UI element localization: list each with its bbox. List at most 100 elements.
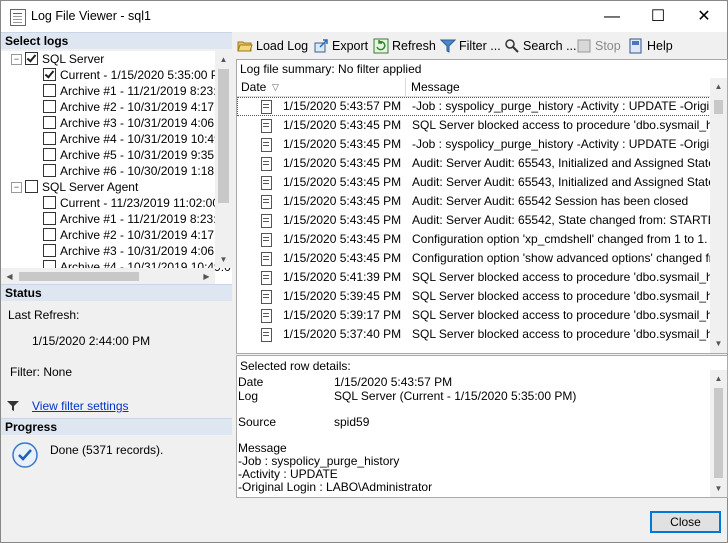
table-row[interactable]: 1/15/2020 5:43:45 PM Audit: Server Audit:… (237, 211, 711, 230)
row-message: Configuration option 'show advanced opti… (412, 251, 711, 265)
log-checkbox[interactable] (43, 84, 56, 98)
tree-item-label: Current - 11/23/2019 11:02:00 A (60, 196, 230, 210)
table-row[interactable]: 1/15/2020 5:39:45 PM SQL Server blocked a… (237, 287, 711, 306)
help-label: Help (647, 39, 673, 53)
tree-horizontal-scrollbar[interactable]: ◀ ▶ (1, 268, 215, 285)
stop-label: Stop (595, 39, 621, 53)
row-date: 1/15/2020 5:43:57 PM (283, 99, 402, 113)
folder-open-icon (237, 38, 253, 54)
sort-filter-icon[interactable]: ▽ (272, 78, 279, 96)
load-log-button[interactable]: Load Log (237, 35, 308, 57)
progress-text: Done (5371 records). (50, 443, 164, 457)
log-viewer-app-icon (10, 9, 26, 26)
table-row[interactable]: 1/15/2020 5:43:57 PM -Job : syspolicy_pur… (237, 97, 711, 116)
tree-item[interactable]: Archive #3 - 10/31/2019 4:06:00 (43, 115, 231, 131)
status-header: Status (1, 284, 232, 301)
log-checkbox[interactable] (43, 244, 56, 258)
grid-scroll-thumb[interactable] (714, 100, 723, 114)
export-button[interactable]: Export (313, 35, 368, 57)
table-row[interactable]: 1/15/2020 5:43:45 PM SQL Server blocked a… (237, 116, 711, 135)
row-message: SQL Server blocked access to procedure '… (412, 289, 711, 303)
log-checkbox[interactable] (43, 164, 56, 178)
log-checkbox[interactable] (43, 148, 56, 162)
row-message: Audit: Server Audit: 65542 Session has b… (412, 194, 689, 208)
table-row[interactable]: 1/15/2020 5:43:45 PM Configuration option… (237, 249, 711, 268)
table-row[interactable]: 1/15/2020 5:43:45 PM Audit: Server Audit:… (237, 173, 711, 192)
tree-item[interactable]: Archive #4 - 10/31/2019 10:49:0 (43, 131, 231, 147)
minimize-button[interactable]: — (589, 1, 635, 32)
table-row[interactable]: 1/15/2020 5:41:39 PM SQL Server blocked a… (237, 268, 711, 287)
log-checkbox[interactable] (43, 196, 56, 210)
details-date-label: Date (238, 375, 264, 389)
log-tree: − SQL Server Current - 1/15/2020 5:35:00 P… (1, 51, 232, 285)
tree-hscroll-thumb[interactable] (19, 272, 139, 281)
row-date: 1/15/2020 5:43:45 PM (283, 213, 402, 227)
tree-group[interactable]: − SQL Server (1, 51, 104, 67)
group-checkbox[interactable] (25, 180, 38, 194)
details-message-line: -Original Login : LABO\Administrator (238, 480, 433, 494)
tree-item[interactable]: Archive #1 - 11/21/2019 8:23:00 (43, 83, 230, 99)
table-row[interactable]: 1/15/2020 5:43:45 PM -Job : syspolicy_pur… (237, 135, 711, 154)
done-check-icon (12, 442, 38, 471)
table-row[interactable]: 1/15/2020 5:43:45 PM Configuration option… (237, 230, 711, 249)
tree-item[interactable]: Current - 11/23/2019 11:02:00 A (43, 195, 230, 211)
scroll-right-arrow-icon[interactable]: ▶ (198, 268, 215, 285)
tree-item[interactable]: Archive #3 - 10/31/2019 4:06:00 (43, 243, 231, 259)
details-vertical-scrollbar[interactable]: ▲ ▼ (710, 370, 727, 497)
grid-scroll-up-icon[interactable]: ▲ (710, 78, 727, 95)
view-filter-settings-link[interactable]: View filter settings (32, 399, 129, 413)
details-scroll-down-icon[interactable]: ▼ (710, 480, 727, 497)
maximize-button[interactable]: ☐ (635, 1, 681, 32)
log-entry-icon (261, 119, 272, 133)
details-scroll-up-icon[interactable]: ▲ (710, 370, 727, 387)
log-checkbox[interactable] (43, 212, 56, 226)
collapse-icon[interactable]: − (11, 54, 22, 65)
close-window-button[interactable]: ✕ (681, 1, 727, 32)
tree-item[interactable]: Current - 1/15/2020 5:35:00 PM (43, 67, 229, 83)
log-checkbox[interactable] (43, 100, 56, 114)
filter-button[interactable]: Filter ... (439, 35, 501, 57)
tree-item[interactable]: Archive #1 - 11/21/2019 8:23:00 (43, 211, 230, 227)
details-scroll-thumb[interactable] (714, 388, 723, 478)
stop-button[interactable]: Stop (576, 35, 621, 57)
scroll-down-arrow-icon[interactable]: ▼ (215, 251, 232, 268)
tree-item[interactable]: Archive #6 - 10/30/2019 1:18:00 (43, 163, 231, 179)
table-row[interactable]: 1/15/2020 5:43:45 PM Audit: Server Audit:… (237, 154, 711, 173)
scroll-up-arrow-icon[interactable]: ▲ (215, 51, 232, 68)
date-column-label: Date (241, 80, 267, 94)
log-entry-icon (261, 328, 272, 342)
table-row[interactable]: 1/15/2020 5:37:40 PM SQL Server blocked a… (237, 325, 711, 344)
refresh-button[interactable]: Refresh (373, 35, 436, 57)
tree-vertical-scrollbar[interactable]: ▲ ▼ (215, 51, 232, 268)
table-row[interactable]: 1/15/2020 5:43:45 PM Audit: Server Audit:… (237, 192, 711, 211)
selected-row-details: Selected row details: Date 1/15/2020 5:4… (236, 355, 728, 498)
tree-item[interactable]: Archive #2 - 10/31/2019 4:17:00 (43, 99, 231, 115)
tree-item[interactable]: Archive #2 - 10/31/2019 4:17:00 (43, 227, 231, 243)
table-row[interactable]: 1/15/2020 5:39:17 PM SQL Server blocked a… (237, 306, 711, 325)
filter-icon (439, 38, 457, 54)
grid-scroll-down-icon[interactable]: ▼ (710, 335, 727, 352)
tree-item-label: Archive #2 - 10/31/2019 4:17:00 (60, 100, 231, 114)
row-message: -Job : syspolicy_purge_history -Activity… (412, 99, 711, 113)
tree-group[interactable]: − SQL Server Agent (1, 179, 138, 195)
details-source-label: Source (238, 415, 277, 429)
tree-scroll-thumb[interactable] (218, 69, 229, 203)
log-checkbox[interactable] (43, 68, 56, 82)
tree-item[interactable]: Archive #5 - 10/31/2019 9:35:00 (43, 147, 231, 163)
group-checkbox[interactable] (25, 52, 38, 66)
log-entry-icon (261, 157, 272, 171)
log-checkbox[interactable] (43, 116, 56, 130)
search-button[interactable]: Search ... (504, 35, 577, 57)
message-column-label: Message (411, 80, 460, 94)
details-log-label: Log (238, 389, 259, 403)
date-column-header[interactable]: Date ▽ (237, 78, 406, 97)
help-button[interactable]: Help (628, 35, 673, 57)
scroll-left-arrow-icon[interactable]: ◀ (1, 268, 18, 285)
collapse-icon[interactable]: − (11, 182, 22, 193)
message-column-header[interactable]: Message (406, 78, 711, 97)
log-checkbox[interactable] (43, 132, 56, 146)
log-checkbox[interactable] (43, 228, 56, 242)
row-message: -Job : syspolicy_purge_history -Activity… (412, 137, 711, 151)
close-button[interactable]: Close (650, 511, 721, 533)
grid-vertical-scrollbar[interactable]: ▲ ▼ (710, 78, 727, 353)
